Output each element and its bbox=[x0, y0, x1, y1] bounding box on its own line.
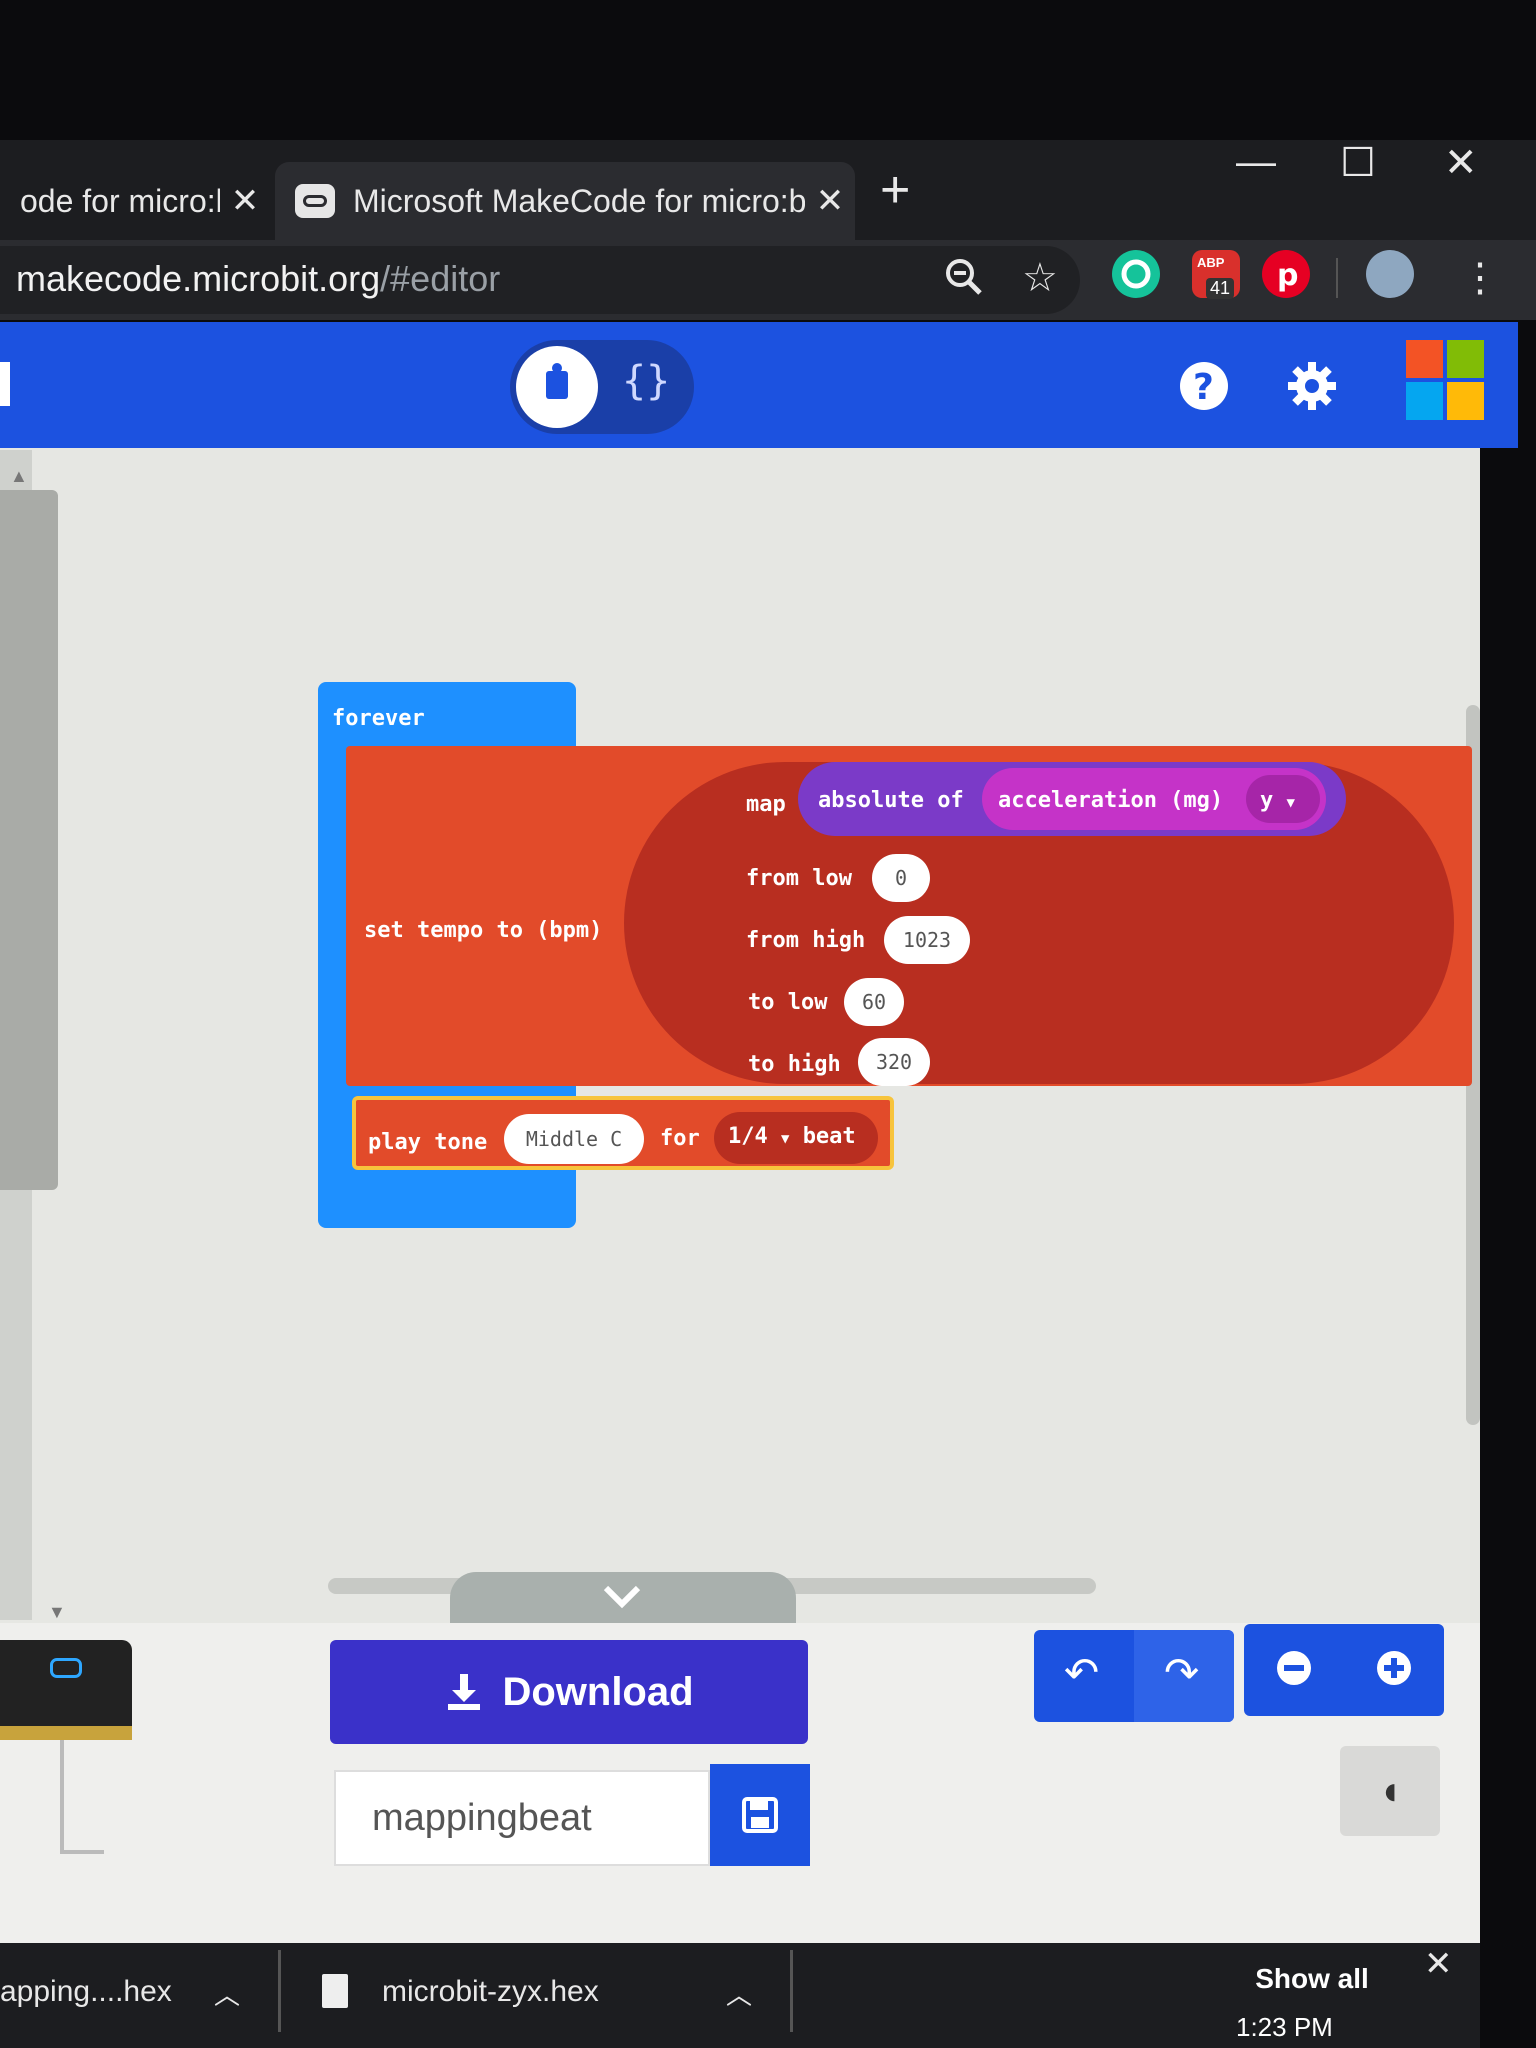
tab-strip: ode for micro:bi ✕ Microsoft MakeCode fo… bbox=[0, 140, 1536, 240]
blocks-mode-button[interactable] bbox=[516, 346, 598, 428]
grammarly-extension-icon[interactable] bbox=[1112, 250, 1160, 298]
tab-inactive[interactable]: ode for micro:bi ✕ bbox=[0, 162, 270, 240]
to-low-input[interactable]: 60 bbox=[844, 978, 904, 1026]
project-name-input[interactable]: mappingbeat bbox=[334, 1770, 710, 1866]
microbit-simulator[interactable] bbox=[0, 1640, 132, 1740]
floppy-icon bbox=[742, 1797, 778, 1833]
editor-mode-toggle[interactable]: {} bbox=[510, 340, 694, 434]
tab-title: ode for micro:bi bbox=[20, 182, 220, 219]
shelf-separator bbox=[278, 1950, 281, 2032]
download-item[interactable]: apping....hex bbox=[0, 1975, 172, 2009]
close-tab-icon[interactable]: ✕ bbox=[805, 181, 855, 221]
url-host: makecode.microbit.org bbox=[16, 258, 381, 299]
bookmark-star-icon[interactable]: ☆ bbox=[1022, 255, 1058, 301]
toolbar-divider bbox=[1336, 258, 1338, 298]
close-tab-icon[interactable]: ✕ bbox=[220, 181, 270, 221]
new-tab-button[interactable]: + bbox=[880, 160, 910, 220]
undo-icon[interactable]: ↶ bbox=[1064, 1648, 1099, 1697]
zoom-out-icon[interactable] bbox=[1274, 1648, 1314, 1698]
dropdown-arrow-icon: ▼ bbox=[1286, 795, 1295, 811]
download-item[interactable]: microbit-zyx.hex bbox=[382, 1975, 599, 2009]
undo-redo-group: ↶ ↷ bbox=[1034, 1630, 1234, 1722]
save-button[interactable] bbox=[710, 1764, 810, 1866]
file-icon bbox=[322, 1974, 348, 2008]
set-tempo-label: set tempo to (bpm) bbox=[364, 918, 603, 943]
chevron-up-icon[interactable]: ︿ bbox=[214, 1975, 240, 2012]
scroll-up-icon[interactable]: ▲ bbox=[10, 466, 28, 487]
puzzle-icon bbox=[546, 363, 568, 399]
url-path: /#editor bbox=[380, 258, 501, 299]
from-low-input[interactable]: 0 bbox=[872, 854, 930, 902]
turtle-icon[interactable]: ◖ bbox=[1340, 1746, 1440, 1836]
to-high-input[interactable]: 320 bbox=[858, 1038, 930, 1086]
show-all-button[interactable]: Show all bbox=[1230, 1938, 1394, 2020]
makecode-favicon-icon bbox=[295, 184, 335, 218]
adblock-label: ABP bbox=[1197, 255, 1225, 270]
dropdown-arrow-icon: ▼ bbox=[781, 1131, 790, 1147]
collapse-simulator-button[interactable] bbox=[450, 1572, 796, 1624]
scroll-down-icon[interactable]: ▼ bbox=[48, 1602, 66, 1623]
zoom-in-icon[interactable] bbox=[1374, 1648, 1414, 1698]
svg-text:?: ? bbox=[1193, 367, 1214, 408]
from-high-input[interactable]: 1023 bbox=[884, 916, 970, 964]
help-icon[interactable]: ? bbox=[1176, 358, 1232, 414]
beat-value: 1/4 ▼ beat bbox=[728, 1124, 856, 1149]
tab-title: Microsoft MakeCode for micro:bi bbox=[353, 182, 805, 219]
minimize-button[interactable]: — bbox=[1236, 140, 1276, 185]
svg-text:p: p bbox=[1277, 258, 1298, 293]
extension-badge: 41 bbox=[1206, 278, 1235, 299]
toolbox-scrollbar[interactable] bbox=[0, 490, 58, 1190]
shelf-separator bbox=[790, 1950, 793, 2032]
close-window-button[interactable]: ✕ bbox=[1444, 140, 1478, 186]
zoom-icon[interactable] bbox=[944, 255, 984, 309]
gear-icon[interactable] bbox=[1284, 358, 1340, 414]
forever-label: forever bbox=[332, 706, 425, 731]
from-high-label: from high bbox=[746, 928, 866, 953]
chevron-up-icon[interactable]: ︿ bbox=[726, 1975, 752, 2012]
menu-icon[interactable] bbox=[0, 362, 10, 406]
to-low-label: to low bbox=[748, 990, 828, 1015]
acceleration-label: acceleration (mg) bbox=[998, 788, 1224, 813]
address-url[interactable]: makecode.microbit.org/#editor bbox=[16, 258, 500, 300]
profile-avatar[interactable] bbox=[1366, 250, 1414, 298]
maximize-button[interactable]: ☐ bbox=[1340, 140, 1376, 186]
tab-active[interactable]: Microsoft MakeCode for micro:bi ✕ bbox=[275, 162, 855, 240]
axis-value: y ▼ bbox=[1260, 788, 1295, 813]
pinterest-extension-icon[interactable]: p bbox=[1262, 250, 1310, 298]
absolute-of-label: absolute of bbox=[818, 788, 964, 813]
close-shelf-icon[interactable]: ✕ bbox=[1424, 1944, 1453, 1984]
download-label: Download bbox=[502, 1669, 694, 1714]
microsoft-logo[interactable] bbox=[1406, 340, 1484, 420]
download-icon bbox=[448, 1674, 481, 1710]
note-input[interactable]: Middle C bbox=[504, 1114, 644, 1164]
map-label: map bbox=[746, 792, 786, 817]
adblock-extension-icon[interactable]: ABP 41 bbox=[1192, 250, 1240, 299]
from-low-label: from low bbox=[746, 866, 852, 891]
to-high-label: to high bbox=[748, 1052, 841, 1077]
simulator-cable bbox=[60, 1740, 104, 1854]
redo-icon[interactable]: ↷ bbox=[1164, 1648, 1199, 1697]
play-tone-label: play tone bbox=[368, 1130, 488, 1155]
browser-menu-icon[interactable]: ⋮ bbox=[1460, 255, 1500, 301]
for-label: for bbox=[660, 1126, 700, 1151]
javascript-mode-button[interactable]: {} bbox=[622, 358, 670, 404]
download-button[interactable]: Download bbox=[330, 1640, 808, 1744]
zoom-group bbox=[1244, 1624, 1444, 1716]
taskbar-clock: 1:23 PM bbox=[1236, 2012, 1333, 2042]
